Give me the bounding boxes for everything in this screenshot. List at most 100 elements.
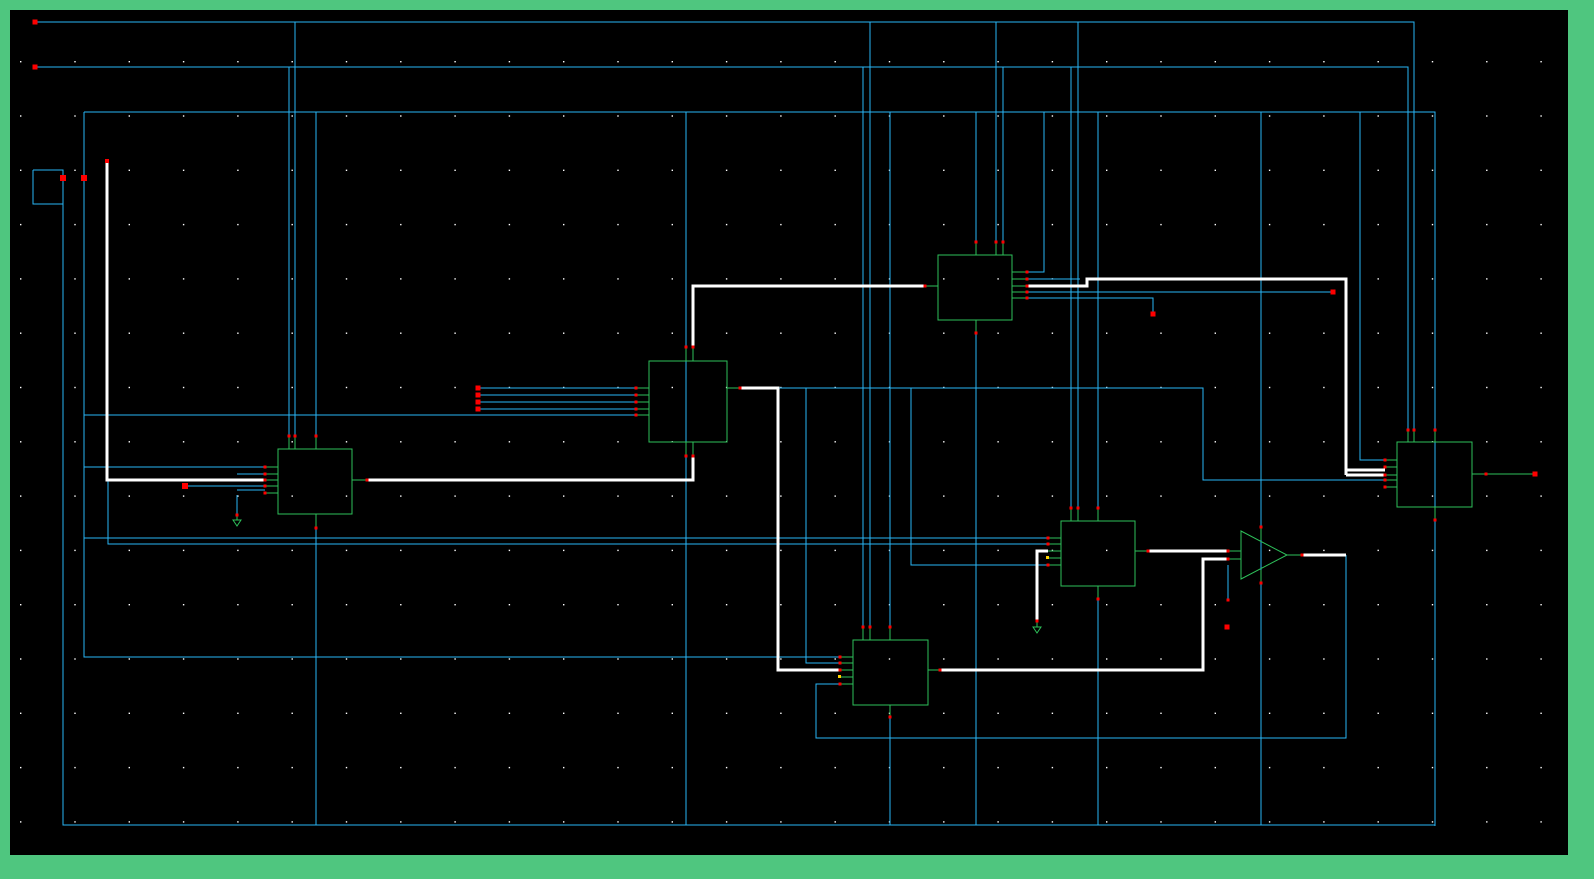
wire-left-loop[interactable] <box>32 169 64 205</box>
wire-top-rail-2[interactable] <box>35 66 1409 430</box>
pin-marker[interactable] <box>1532 471 1538 477</box>
pin-marker[interactable] <box>475 385 481 391</box>
block-u4[interactable] <box>852 639 929 706</box>
block-u3[interactable] <box>937 254 1013 321</box>
pin-marker[interactable] <box>293 434 297 438</box>
opamp-u7[interactable] <box>1240 530 1289 580</box>
pin-marker[interactable] <box>684 454 688 458</box>
pin-marker[interactable] <box>365 478 369 482</box>
pin-marker[interactable] <box>838 682 842 686</box>
wire-1044[interactable] <box>1027 112 1045 273</box>
pin-marker[interactable] <box>263 472 267 476</box>
pin-marker[interactable] <box>105 159 109 163</box>
pin-marker[interactable] <box>1046 536 1050 540</box>
pin-marker[interactable] <box>634 407 638 411</box>
pin-marker[interactable] <box>475 406 481 412</box>
pin-marker[interactable] <box>314 434 318 438</box>
pin-marker[interactable] <box>1226 557 1230 561</box>
pin-marker[interactable] <box>1433 518 1437 522</box>
wire-1360[interactable] <box>1359 112 1385 461</box>
pin-marker[interactable] <box>1383 485 1387 489</box>
pin-marker[interactable] <box>1025 296 1029 300</box>
pin-marker[interactable] <box>634 386 638 390</box>
pin-marker[interactable] <box>1433 428 1437 432</box>
pin-marker[interactable] <box>738 386 742 390</box>
pin-marker[interactable] <box>1412 428 1416 432</box>
bus-u1-u2[interactable] <box>367 456 695 482</box>
pin-marker[interactable] <box>475 392 481 398</box>
pin-marker[interactable] <box>634 400 638 404</box>
pin-marker[interactable] <box>1025 277 1029 281</box>
pin-marker[interactable] <box>1001 240 1005 244</box>
pin-marker[interactable] <box>634 413 638 417</box>
block-u1[interactable] <box>277 448 353 515</box>
pin-marker[interactable] <box>634 393 638 397</box>
pin-marker[interactable] <box>938 668 942 672</box>
bus-u4-opamp[interactable] <box>940 557 1228 672</box>
pin-marker[interactable] <box>1484 472 1488 476</box>
pin-marker[interactable] <box>1025 284 1029 288</box>
bus-u2-u4[interactable] <box>740 386 840 672</box>
pin-marker[interactable] <box>81 175 87 181</box>
wire-v806[interactable] <box>805 388 840 664</box>
pin-marker[interactable] <box>691 454 695 458</box>
bus-u5-gnd[interactable] <box>1035 549 1048 621</box>
wire-left-vertical[interactable] <box>62 178 1435 826</box>
pin-marker[interactable] <box>1383 465 1387 469</box>
pin-marker[interactable] <box>974 240 978 244</box>
pin-marker[interactable] <box>1300 553 1304 557</box>
pin-marker[interactable] <box>1406 428 1410 432</box>
pin-marker-selected[interactable] <box>838 675 841 678</box>
pin-marker[interactable] <box>1150 311 1156 317</box>
pin-markers[interactable] <box>32 19 1538 719</box>
pin-marker[interactable] <box>32 64 38 70</box>
pin-marker[interactable] <box>1046 542 1050 546</box>
pin-marker[interactable] <box>838 655 842 659</box>
pin-marker[interactable] <box>1096 506 1100 510</box>
pin-marker[interactable] <box>263 465 267 469</box>
bus-u3-out[interactable] <box>1027 277 1348 475</box>
pin-marker[interactable] <box>475 399 481 405</box>
pin-marker[interactable] <box>861 625 865 629</box>
pin-marker[interactable] <box>1076 506 1080 510</box>
pin-marker[interactable] <box>263 484 267 488</box>
pin-marker[interactable] <box>263 478 267 482</box>
pin-marker[interactable] <box>1226 549 1230 553</box>
pin-marker[interactable] <box>287 434 291 438</box>
pin-marker[interactable] <box>60 175 66 181</box>
bus-left[interactable] <box>105 161 265 482</box>
pin-marker[interactable] <box>235 513 239 517</box>
pin-marker[interactable] <box>1035 619 1039 623</box>
pin-marker[interactable] <box>1330 289 1336 295</box>
pin-marker[interactable] <box>263 491 267 495</box>
pin-marker[interactable] <box>1224 624 1230 630</box>
pin-marker-selected[interactable] <box>1046 556 1049 559</box>
schematic-canvas[interactable] <box>10 10 1568 855</box>
pin-marker[interactable] <box>868 625 872 629</box>
pin-marker[interactable] <box>1259 525 1263 529</box>
pin-marker[interactable] <box>923 284 927 288</box>
pin-marker[interactable] <box>1096 597 1100 601</box>
wire-u4-in[interactable] <box>815 555 1347 739</box>
pin-marker[interactable] <box>838 668 842 672</box>
pin-marker[interactable] <box>888 625 892 629</box>
pin-marker[interactable] <box>838 661 842 665</box>
pin-marker[interactable] <box>1226 598 1230 602</box>
pin-marker[interactable] <box>1383 458 1387 462</box>
pin-marker[interactable] <box>691 345 695 349</box>
pin-marker[interactable] <box>1069 506 1073 510</box>
pin-marker[interactable] <box>1383 478 1387 482</box>
pin-marker[interactable] <box>182 483 188 489</box>
thin-wires[interactable] <box>32 21 1436 826</box>
pin-marker[interactable] <box>974 331 978 335</box>
pin-marker[interactable] <box>1025 290 1029 294</box>
wire-top-rail-3[interactable] <box>84 111 1436 826</box>
block-u2[interactable] <box>648 360 728 443</box>
pin-marker[interactable] <box>1046 563 1050 567</box>
pin-marker[interactable] <box>888 715 892 719</box>
pin-marker[interactable] <box>994 240 998 244</box>
pin-marker[interactable] <box>1259 581 1263 585</box>
pin-marker[interactable] <box>1383 473 1387 477</box>
pin-marker[interactable] <box>1146 549 1150 553</box>
pin-marker[interactable] <box>32 19 38 25</box>
